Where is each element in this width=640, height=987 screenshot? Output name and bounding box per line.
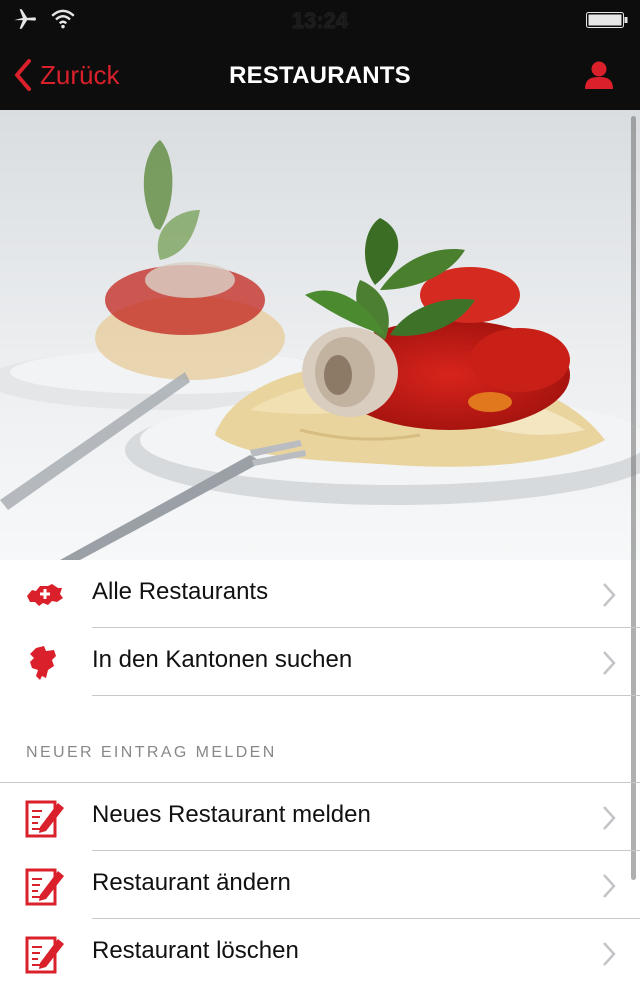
chevron-right-icon bbox=[603, 942, 616, 966]
list-item-label: Alle Restaurants bbox=[92, 578, 269, 605]
pasta-dish-photo bbox=[0, 110, 640, 560]
list-item-delete-restaurant[interactable]: Restaurant löschen bbox=[0, 919, 640, 987]
navigation-bar: Zurück RESTAURANTS bbox=[0, 40, 640, 110]
list-item-search-cantons[interactable]: In den Kantonen suchen bbox=[0, 628, 640, 696]
list-item-all-restaurants[interactable]: Alle Restaurants bbox=[0, 560, 640, 628]
list-item-label: Restaurant löschen bbox=[92, 937, 299, 964]
section-header: NEUER EINTRAG MELDEN bbox=[26, 744, 277, 761]
status-time: 13:24 bbox=[291, 8, 349, 33]
list-item-label: Restaurant ändern bbox=[92, 869, 291, 896]
restaurant-menu-list: Alle Restaurants In den Kantonen suchen bbox=[0, 560, 640, 696]
scroll-indicator[interactable] bbox=[631, 116, 636, 880]
report-entry-list: Neues Restaurant melden Restaurant änder… bbox=[0, 783, 640, 987]
status-bar: 13:24 bbox=[0, 0, 640, 40]
list-item-label: Neues Restaurant melden bbox=[92, 801, 371, 828]
edit-document-icon bbox=[25, 800, 64, 838]
canton-map-icon bbox=[30, 646, 56, 680]
edit-document-icon bbox=[25, 868, 64, 906]
chevron-right-icon bbox=[603, 651, 616, 675]
edit-document-icon bbox=[25, 936, 64, 974]
list-item-new-restaurant[interactable]: Neues Restaurant melden bbox=[0, 783, 640, 851]
divider bbox=[92, 695, 640, 696]
page-title: RESTAURANTS bbox=[229, 62, 411, 89]
battery-icon bbox=[586, 12, 628, 28]
chevron-right-icon bbox=[603, 806, 616, 830]
person-icon[interactable] bbox=[584, 60, 614, 90]
list-item-edit-restaurant[interactable]: Restaurant ändern bbox=[0, 851, 640, 919]
chevron-right-icon bbox=[603, 874, 616, 898]
chevron-right-icon bbox=[603, 583, 616, 607]
hero-food-image bbox=[0, 110, 640, 560]
list-item-label: In den Kantonen suchen bbox=[92, 646, 353, 673]
switzerland-map-icon bbox=[27, 584, 63, 606]
